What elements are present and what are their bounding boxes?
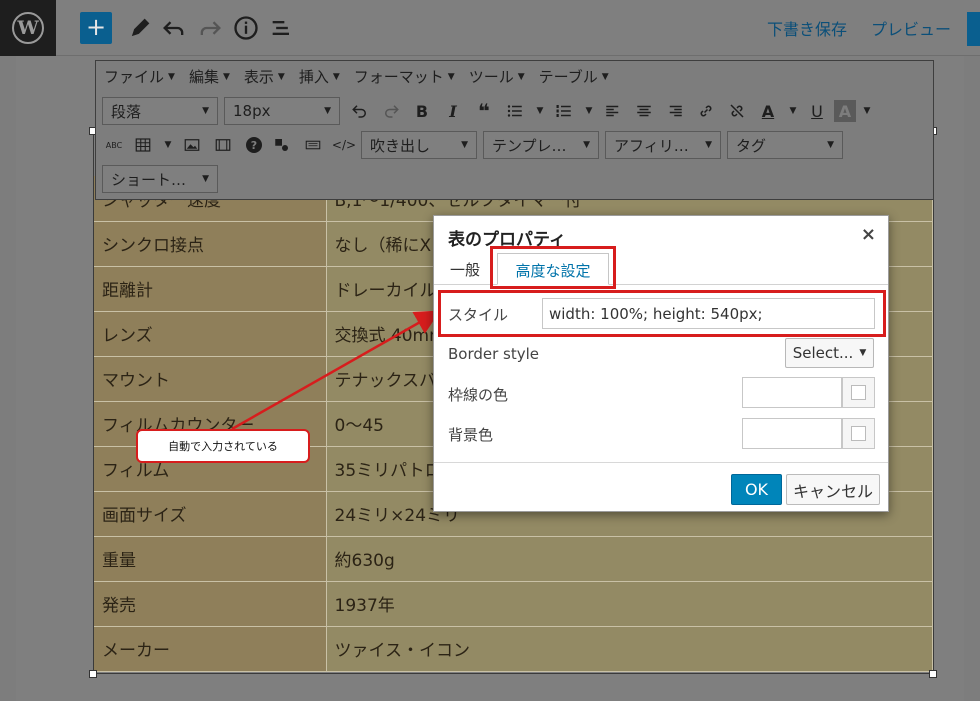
ok-button[interactable]: OK (731, 474, 782, 505)
editor-header: W + 下書き保存 プレビュー (0, 0, 980, 56)
toolbar-row-3: ショート… ▼ (102, 165, 224, 193)
align-center-icon[interactable] (630, 97, 658, 125)
border-color-input[interactable] (742, 377, 842, 408)
affiliate-select[interactable]: アフィリ… ▼ (605, 131, 721, 159)
spellcheck-button[interactable]: ABC (102, 131, 126, 159)
wordpress-logo-icon[interactable]: W (0, 0, 56, 56)
bold-button[interactable]: B (408, 97, 436, 125)
code-button[interactable]: </> (330, 131, 358, 159)
format-select[interactable]: 段落 ▼ (102, 97, 218, 125)
link-icon[interactable] (692, 97, 720, 125)
classic-editor-toolbar: ファイル ▼ 編集 ▼ 表示 ▼ 挿入 ▼ フォーマット ▼ ツール ▼ テーブル ▼ 段落 ▼… (95, 60, 934, 200)
help-icon[interactable]: ? (246, 137, 262, 153)
annotation-callout: 自動で入力されている (136, 429, 310, 463)
underline-button[interactable]: U (803, 97, 831, 125)
bg-color-picker[interactable] (842, 418, 875, 449)
keyboard-icon[interactable] (299, 131, 327, 159)
menu-table[interactable]: テーブル ▼ (539, 66, 609, 87)
border-style-select[interactable]: Select... ▼ (785, 338, 874, 368)
menu-file[interactable]: ファイル ▼ (104, 66, 175, 87)
menu-tools[interactable]: ツール ▼ (469, 66, 525, 87)
video-icon[interactable] (209, 131, 237, 159)
table-icon[interactable] (129, 131, 157, 159)
highlight-box-tab (490, 246, 616, 289)
menu-format[interactable]: フォーマット ▼ (354, 66, 455, 87)
italic-button[interactable]: I (439, 97, 467, 125)
publish-button[interactable] (967, 12, 980, 46)
redo-icon[interactable] (377, 97, 405, 125)
border-color-picker[interactable] (842, 377, 875, 408)
toolbar-row-1: 段落 ▼ 18px ▼ B I ❝ ▼ ▼ A ▼ U A ▼ (102, 97, 877, 125)
redo-icon[interactable] (196, 14, 224, 42)
chevron-down-icon[interactable]: ▼ (581, 97, 597, 125)
align-left-icon[interactable] (599, 97, 627, 125)
bg-color-button[interactable]: A (834, 100, 856, 122)
bg-color-input[interactable] (742, 418, 842, 449)
style-label: スタイル (448, 306, 509, 324)
bg-color-label: 背景色 (448, 426, 494, 444)
menu-edit[interactable]: 編集 ▼ (189, 66, 230, 87)
chevron-down-icon[interactable]: ▼ (160, 131, 176, 159)
tab-general[interactable]: 一般 (436, 253, 494, 285)
border-style-label: Border style (448, 345, 540, 363)
fukidashi-select[interactable]: 吹き出し ▼ (361, 131, 477, 159)
pen-icon[interactable] (126, 14, 154, 42)
style-input[interactable] (542, 298, 875, 329)
chevron-down-icon[interactable]: ▼ (785, 97, 801, 125)
tag-select[interactable]: タグ ▼ (727, 131, 843, 159)
shortcode-select[interactable]: ショート… ▼ (102, 165, 218, 193)
image-icon[interactable] (178, 131, 206, 159)
add-block-button[interactable]: + (80, 12, 112, 44)
border-color-label: 枠線の色 (448, 386, 509, 404)
resize-handle[interactable] (929, 670, 937, 678)
menu-insert[interactable]: 挿入 ▼ (299, 66, 340, 87)
resize-handle[interactable] (89, 670, 97, 678)
template-select[interactable]: テンプレ… ▼ (483, 131, 599, 159)
chevron-down-icon[interactable]: ▼ (532, 97, 548, 125)
info-icon[interactable] (232, 14, 260, 42)
numbered-list-icon[interactable] (550, 97, 578, 125)
align-right-icon[interactable] (661, 97, 689, 125)
blockquote-button[interactable]: ❝ (470, 97, 498, 125)
chevron-down-icon[interactable]: ▼ (859, 97, 875, 125)
undo-icon[interactable] (346, 97, 374, 125)
unlink-icon[interactable] (723, 97, 751, 125)
toolbar-row-2: ABC ▼ ? </> 吹き出し ▼ テンプレ… ▼ アフィリ… ▼ タグ ▼ (102, 131, 849, 159)
save-draft-button[interactable]: 下書き保存 (767, 16, 847, 40)
font-size-select[interactable]: 18px ▼ (224, 97, 340, 125)
text-color-button[interactable]: A (754, 97, 782, 125)
list-view-icon[interactable] (268, 14, 296, 42)
cancel-button[interactable]: キャンセル (786, 474, 880, 505)
table-properties-dialog: 表のプロパティ × 一般 高度な設定 スタイル Border style Sel… (433, 215, 889, 512)
close-icon[interactable]: × (861, 224, 876, 245)
menubar: ファイル ▼ 編集 ▼ 表示 ▼ 挿入 ▼ フォーマット ▼ ツール ▼ テーブル ▼ (96, 61, 933, 91)
preview-button[interactable]: プレビュー (871, 16, 951, 40)
bullet-list-icon[interactable] (501, 97, 529, 125)
media-icon[interactable] (268, 131, 296, 159)
menu-view[interactable]: 表示 ▼ (244, 66, 285, 87)
footer-divider (434, 462, 888, 463)
undo-icon[interactable] (160, 14, 188, 42)
